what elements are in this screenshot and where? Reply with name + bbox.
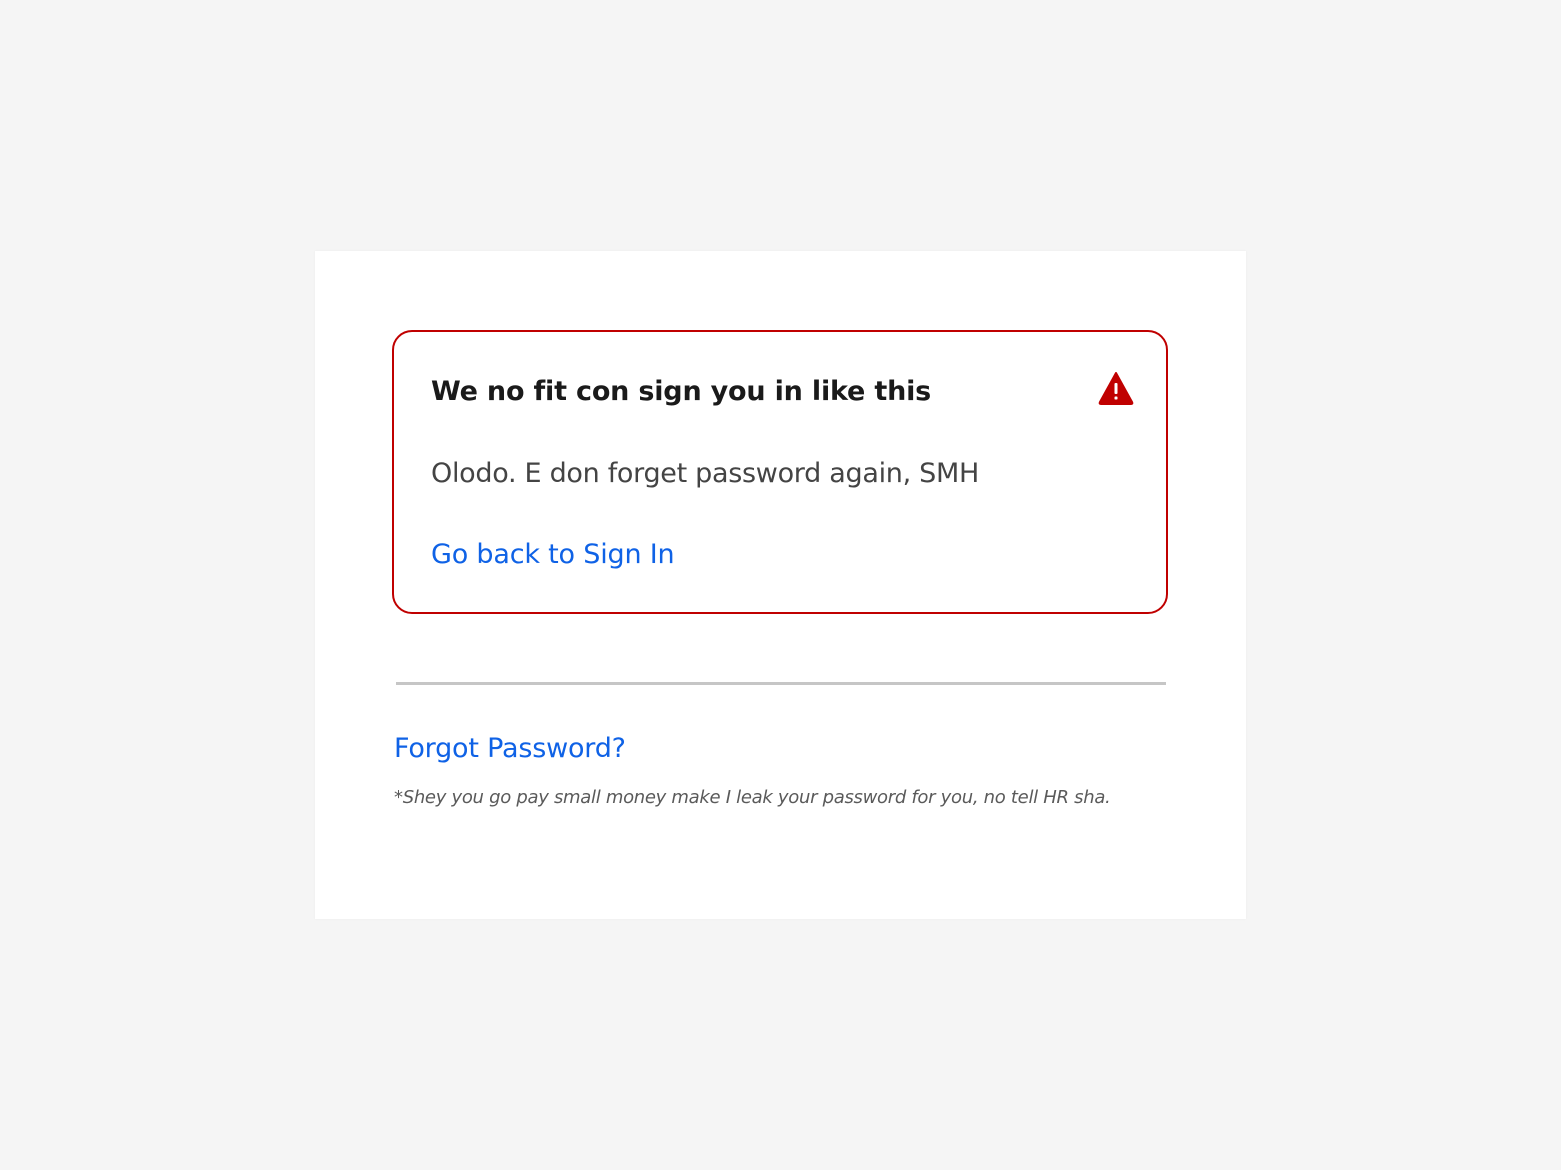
alert-title: We no fit con sign you in like this <box>431 376 932 407</box>
alert-message: Olodo. E don forget password again, SMH <box>431 458 979 489</box>
go-back-to-sign-in-link[interactable]: Go back to Sign In <box>431 539 675 570</box>
error-alert: We no fit con sign you in like this Olod… <box>392 330 1168 614</box>
sign-in-card: We no fit con sign you in like this Olod… <box>315 251 1246 919</box>
divider <box>396 682 1166 685</box>
warning-triangle-icon <box>1098 371 1134 405</box>
forgot-password-link[interactable]: Forgot Password? <box>394 733 626 764</box>
footnote-text: *Shey you go pay small money make I leak… <box>394 787 1111 808</box>
